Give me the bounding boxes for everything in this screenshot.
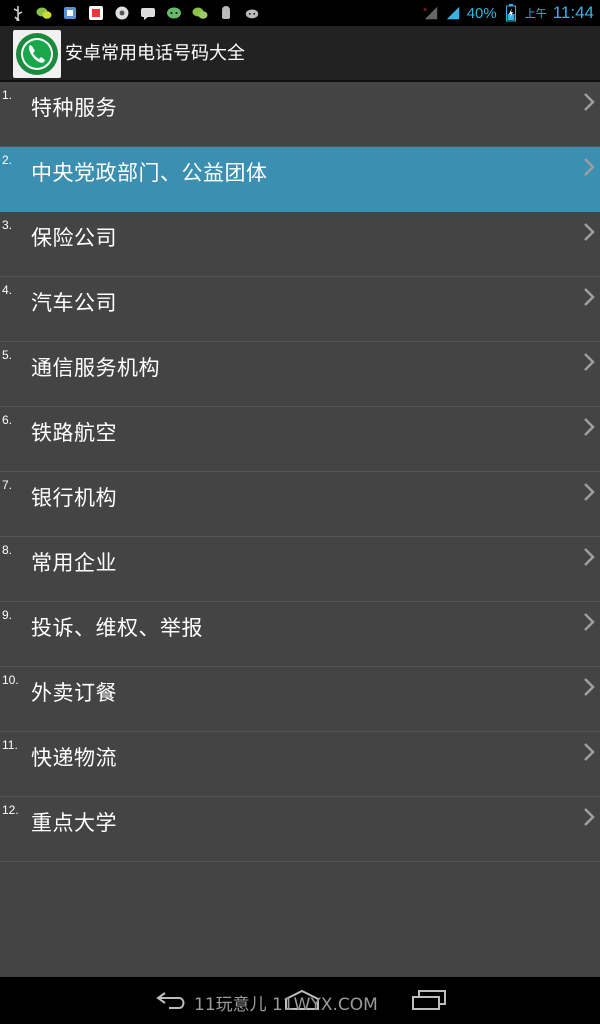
item-label: 保险公司 (31, 226, 117, 250)
wechat-icon (192, 5, 208, 21)
chevron-right-icon (584, 223, 595, 241)
item-number: 8. (2, 543, 13, 557)
recent-apps-icon[interactable] (411, 989, 447, 1011)
item-label: 投诉、维权、举报 (31, 616, 203, 640)
item-number: 9. (2, 608, 13, 622)
item-number: 5. (2, 348, 13, 362)
chevron-right-icon (584, 678, 595, 696)
chevron-right-icon (584, 548, 595, 566)
chevron-right-icon (584, 743, 595, 761)
item-number: 10. (2, 673, 19, 687)
item-label: 通信服务机构 (31, 356, 160, 380)
item-label: 汽车公司 (31, 291, 117, 315)
item-number: 7. (2, 478, 13, 492)
notification-icon (62, 5, 78, 21)
chevron-right-icon (584, 483, 595, 501)
battery-percent: 40% (466, 4, 497, 22)
list-item[interactable]: 10. 外卖订餐 (0, 667, 600, 732)
svg-text:×: × (423, 6, 427, 14)
no-signal-icon: × (423, 5, 439, 21)
watermark: 11玩意儿 11WYX.COM (194, 995, 378, 1015)
title-bar: 安卓常用电话号码大全 (0, 26, 600, 82)
item-number: 4. (2, 283, 13, 297)
clock: 11:44 (552, 3, 594, 22)
list-item[interactable]: 4. 汽车公司 (0, 277, 600, 342)
message-icon (140, 5, 156, 21)
signal-icon (445, 5, 461, 21)
app-logo-icon (13, 30, 61, 78)
chevron-right-icon (584, 93, 595, 111)
item-number: 3. (2, 218, 13, 232)
am-pm-label: 上午 (524, 7, 547, 20)
notification-icons (10, 3, 260, 23)
list-item[interactable]: 12. 重点大学 (0, 797, 600, 862)
chevron-right-icon (584, 288, 595, 306)
category-list: 1. 特种服务 2. 中央党政部门、公益团体 3. 保险公司 4. 汽车公司 5… (0, 82, 600, 977)
item-number: 1. (2, 88, 13, 102)
wechat-icon (36, 5, 52, 21)
screen: × 40% 上午 11:44 安卓常用电话号码大全 1. 特种服务 2. 中央党… (0, 0, 600, 1024)
chevron-right-icon (584, 613, 595, 631)
list-item[interactable]: 11. 快递物流 (0, 732, 600, 797)
item-label: 外卖订餐 (31, 681, 117, 705)
app-icon (88, 5, 104, 21)
item-number: 11. (2, 738, 18, 752)
item-label: 快递物流 (31, 746, 117, 770)
back-icon[interactable] (155, 989, 189, 1011)
item-label: 常用企业 (31, 551, 117, 575)
list-item[interactable]: 6. 铁路航空 (0, 407, 600, 472)
android-icon (218, 5, 234, 21)
list-item[interactable]: 1. 特种服务 (0, 82, 600, 147)
list-item[interactable]: 5. 通信服务机构 (0, 342, 600, 407)
list-item[interactable]: 9. 投诉、维权、举报 (0, 602, 600, 667)
battery-icon (503, 4, 519, 22)
chevron-right-icon (584, 808, 595, 826)
status-indicators: × 40% 上午 11:44 (423, 0, 594, 26)
list-item[interactable]: 8. 常用企业 (0, 537, 600, 602)
system-nav-bar: 11玩意儿 11WYX.COM (0, 977, 600, 1024)
settings-icon (114, 5, 130, 21)
item-label: 中央党政部门、公益团体 (31, 161, 268, 185)
item-label: 特种服务 (31, 96, 117, 120)
chevron-right-icon (584, 418, 595, 436)
list-item[interactable]: 3. 保险公司 (0, 212, 600, 277)
chevron-right-icon (584, 353, 595, 371)
chat-icon (166, 5, 182, 21)
usb-icon (10, 5, 26, 21)
list-item[interactable]: 2. 中央党政部门、公益团体 (0, 147, 600, 212)
item-label: 银行机构 (31, 486, 117, 510)
chevron-right-icon (584, 158, 595, 176)
android-icon (244, 5, 260, 21)
page-title: 安卓常用电话号码大全 (65, 43, 245, 64)
item-label: 铁路航空 (31, 421, 117, 445)
list-item[interactable]: 7. 银行机构 (0, 472, 600, 537)
item-label: 重点大学 (31, 811, 117, 835)
status-bar: × 40% 上午 11:44 (0, 0, 600, 26)
item-number: 12. (2, 803, 19, 817)
item-number: 6. (2, 413, 13, 427)
item-number: 2. (2, 153, 13, 167)
